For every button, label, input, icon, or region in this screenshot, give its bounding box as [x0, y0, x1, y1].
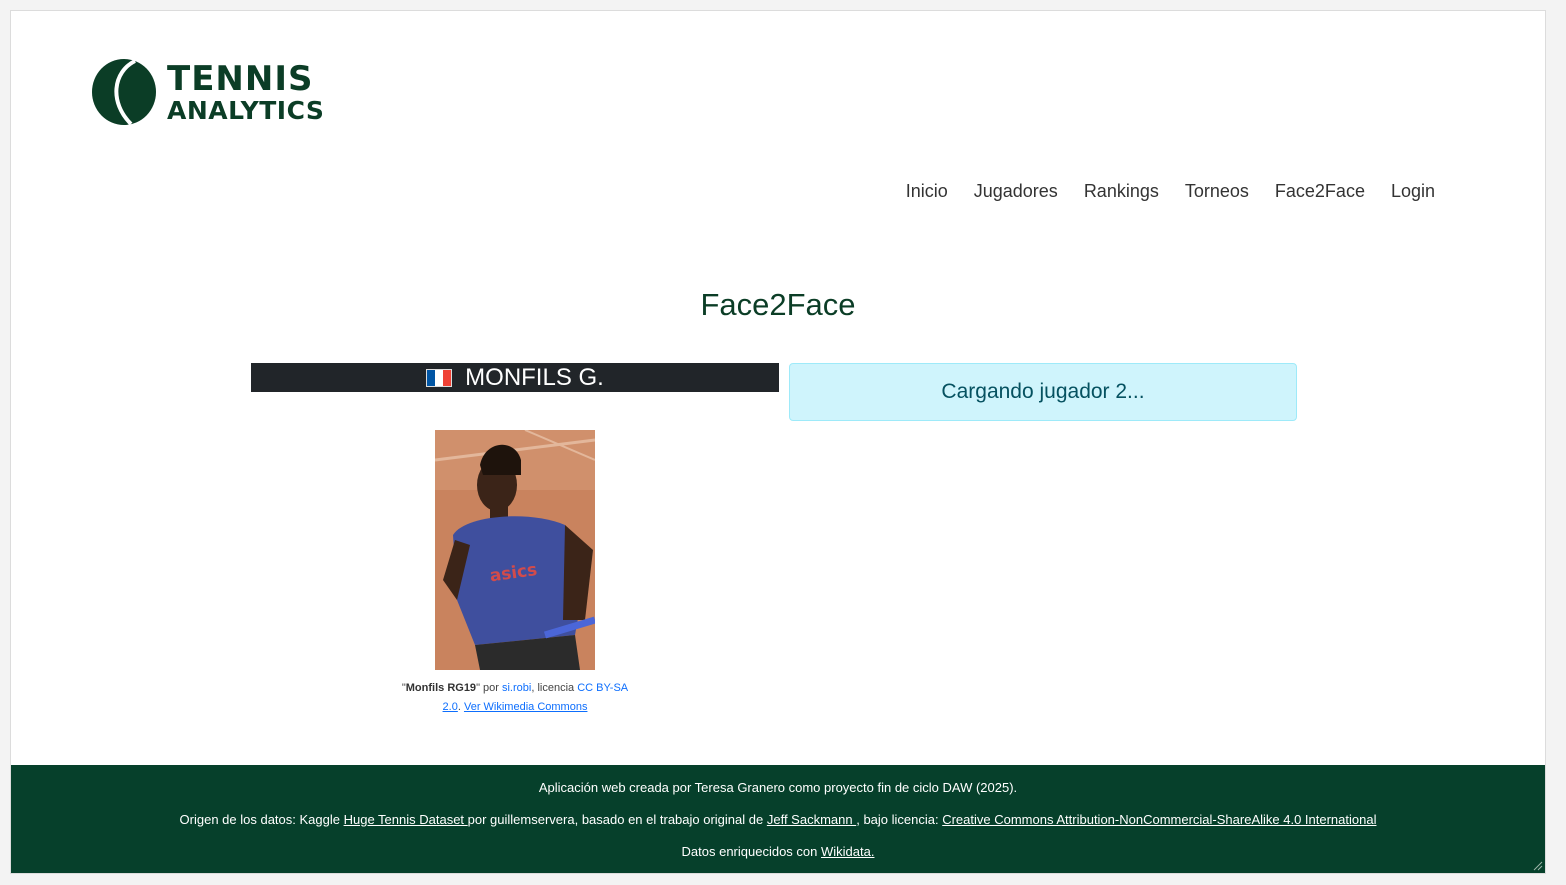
player2-loading-alert: Cargando jugador 2...	[789, 363, 1297, 421]
footer-license-prefix: , bajo licencia:	[856, 812, 943, 827]
logo-text-line1: TENNIS	[167, 58, 314, 99]
nav-face2face[interactable]: Face2Face	[1275, 181, 1365, 202]
nav-jugadores[interactable]: Jugadores	[974, 181, 1058, 202]
footer-source-prefix: Origen de los datos: Kaggle	[179, 812, 344, 827]
player1-name: MONFILS G.	[465, 363, 604, 391]
caption-photo-title: Monfils RG19	[405, 682, 477, 694]
window-right-edge	[1546, 0, 1566, 885]
caption-author-link[interactable]: si.robi	[502, 682, 531, 694]
player2-loading-text: Cargando jugador 2...	[941, 380, 1145, 403]
caption-by: por	[479, 682, 502, 694]
nav-torneos[interactable]: Torneos	[1185, 181, 1249, 202]
footer-enrichment-prefix: Datos enriquecidos con	[681, 844, 821, 859]
photo-caption: "Monfils RG19" por si.robi, licencia CC …	[395, 679, 635, 717]
tennis-ball-logo-icon	[92, 59, 156, 126]
huge-tennis-dataset-link[interactable]: Huge Tennis Dataset	[344, 812, 468, 827]
logo-text-line2: ANALYTICS	[167, 95, 325, 125]
wikimedia-commons-link[interactable]: Ver Wikimedia Commons	[464, 701, 587, 713]
caption-license-prefix: , licencia	[531, 682, 578, 694]
wikidata-link[interactable]: Wikidata.	[821, 844, 874, 859]
caption-license-version-link[interactable]: 2.0	[443, 701, 458, 713]
footer-data-source: Origen de los datos: Kaggle Huge Tennis …	[11, 812, 1545, 827]
jeff-sackmann-link[interactable]: Jeff Sackmann	[767, 812, 856, 827]
resize-grip-icon[interactable]	[1531, 859, 1543, 871]
site-footer: Aplicación web creada por Teresa Granero…	[11, 765, 1545, 873]
france-flag-icon	[426, 368, 453, 387]
footer-credits: Aplicación web creada por Teresa Granero…	[538, 780, 1018, 795]
nav-inicio[interactable]: Inicio	[906, 181, 948, 202]
browser-window: TENNIS ANALYTICS Inicio Jugadores Rankin…	[10, 10, 1546, 874]
footer-source-middle: por guillemservera, basado en el trabajo…	[467, 812, 767, 827]
site-logo[interactable]: TENNIS ANALYTICS	[91, 58, 324, 126]
page-title: Face2Face	[700, 287, 856, 322]
player1-header: MONFILS G.	[251, 363, 779, 392]
player1-photo: asics	[435, 430, 595, 670]
nav-login[interactable]: Login	[1391, 181, 1435, 202]
main-nav: Inicio Jugadores Rankings Torneos Face2F…	[880, 181, 1435, 202]
nav-rankings[interactable]: Rankings	[1084, 181, 1159, 202]
footer-enrichment: Datos enriquecidos con Wikidata.	[11, 844, 1545, 859]
caption-license-link[interactable]: CC BY-SA	[577, 682, 628, 694]
cc-license-link[interactable]: Creative Commons Attribution-NonCommerci…	[942, 812, 1376, 827]
